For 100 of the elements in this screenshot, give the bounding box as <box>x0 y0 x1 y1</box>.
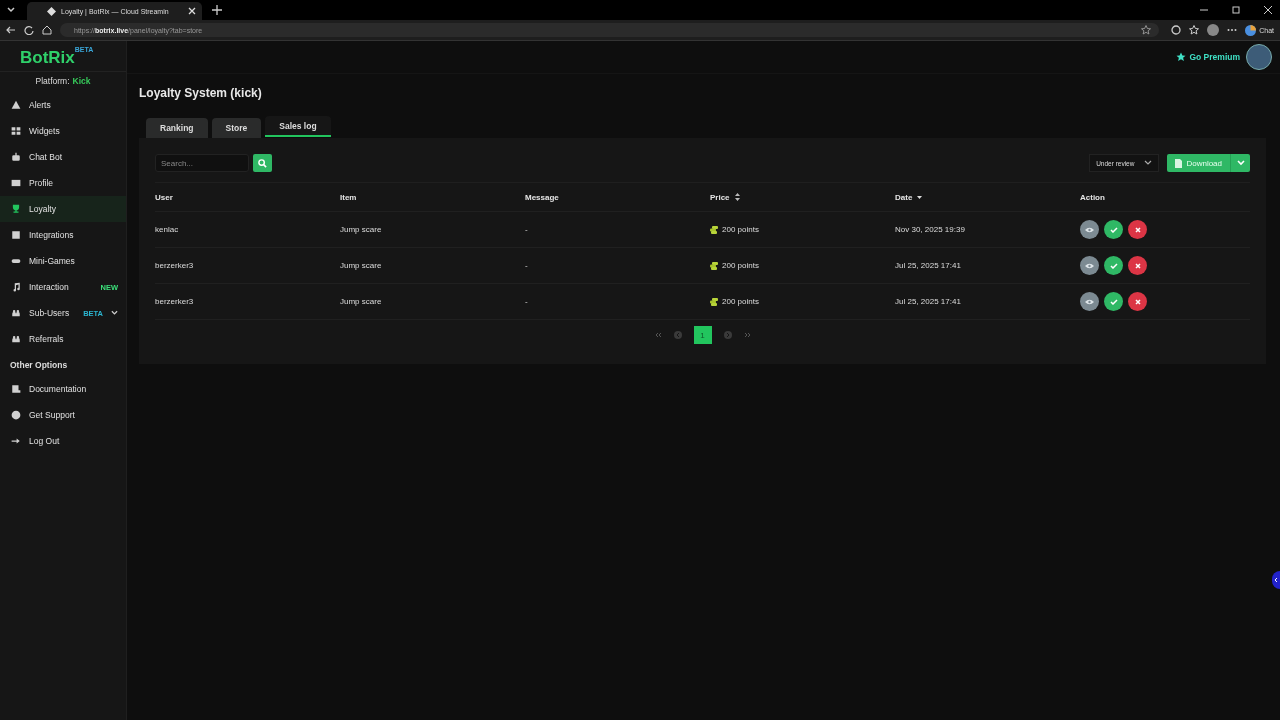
close-icon <box>1134 298 1141 305</box>
nav-icon <box>11 282 21 292</box>
column-header[interactable]: Date <box>895 192 913 202</box>
home-icon[interactable] <box>42 25 52 35</box>
first-page-icon[interactable] <box>653 332 662 338</box>
page-title: Loyalty System (kick) <box>139 86 263 100</box>
eye-icon <box>1085 226 1094 233</box>
chevron-left-icon <box>1274 577 1278 583</box>
minimize-icon[interactable] <box>1200 6 1208 14</box>
approve-button[interactable] <box>1104 292 1123 311</box>
close-icon[interactable] <box>187 7 196 15</box>
platform-label: Platform: <box>35 76 70 86</box>
check-icon <box>1109 298 1118 305</box>
tab[interactable]: Ranking <box>146 118 208 138</box>
sort-descending-icon[interactable] <box>917 195 923 199</box>
column-header: Action <box>1080 192 1105 202</box>
nav-icon <box>11 308 21 318</box>
search-field[interactable]: Search... <box>155 154 249 172</box>
table-cell: berzerker3 <box>155 297 194 306</box>
sidebar-item[interactable]: Alerts <box>0 92 126 118</box>
download-options-button[interactable] <box>1230 154 1250 172</box>
check-icon <box>1109 262 1118 269</box>
nav-icon <box>11 334 21 344</box>
avatar[interactable] <box>1246 44 1272 70</box>
sidebar-item[interactable]: Chat Bot <box>0 144 126 170</box>
restore-icon[interactable] <box>1232 6 1240 14</box>
section-title: Other Options <box>9 359 69 372</box>
tab[interactable]: Store <box>211 118 262 138</box>
nav-icon <box>11 384 21 394</box>
view-button[interactable] <box>1080 292 1099 311</box>
view-button[interactable] <box>1080 256 1099 275</box>
favorites-icon[interactable] <box>1189 25 1200 35</box>
close-icon[interactable] <box>1264 6 1272 14</box>
nav-icon <box>11 100 21 110</box>
table-cell: 200 points <box>722 225 759 234</box>
sidebar-item[interactable]: Mini-Games <box>0 248 126 274</box>
column-header[interactable]: Price <box>710 192 730 202</box>
nav-icon <box>11 436 21 446</box>
sidebar-item[interactable]: Widgets <box>0 118 126 144</box>
page-button[interactable]: 1 <box>693 326 712 344</box>
reject-button[interactable] <box>1128 292 1147 311</box>
star-icon[interactable] <box>1141 25 1152 35</box>
search-icon <box>258 158 267 168</box>
nav-icon <box>11 178 21 188</box>
check-icon <box>1109 226 1118 233</box>
table-cell: berzerker3 <box>155 261 194 270</box>
tab[interactable]: Sales log <box>265 116 331 137</box>
go-premium-link[interactable]: Go Premium <box>1176 52 1240 62</box>
table-cell: Jump scare <box>340 225 382 234</box>
last-page-icon[interactable] <box>743 332 752 338</box>
close-icon <box>1134 262 1141 269</box>
more-icon[interactable] <box>1227 28 1238 32</box>
file-icon <box>1175 158 1183 168</box>
reload-icon[interactable] <box>24 25 34 35</box>
sidebar-item[interactable]: Loyalty <box>0 196 126 222</box>
chevron-down-icon <box>1144 160 1153 166</box>
sidebar-item[interactable]: Documentation <box>0 376 126 402</box>
side-panel-handle[interactable] <box>1272 571 1280 589</box>
table-cell: Jump scare <box>340 297 382 306</box>
sidebar-item[interactable]: Referrals <box>0 326 126 352</box>
reject-button[interactable] <box>1128 256 1147 275</box>
sidebar-item[interactable]: Log Out <box>0 428 126 454</box>
coins-icon <box>710 261 718 270</box>
nav-icon <box>11 230 21 240</box>
platform-value: Kick <box>72 76 91 86</box>
table-cell: kenlac <box>155 225 179 234</box>
profile-icon[interactable] <box>1207 24 1220 36</box>
chevron-down-icon[interactable] <box>111 310 118 316</box>
column-header: Message <box>525 192 559 202</box>
coins-icon <box>710 225 718 234</box>
table-cell: Jul 25, 2025 17:41 <box>895 297 961 306</box>
approve-button[interactable] <box>1104 256 1123 275</box>
table-cell: Nov 30, 2025 19:39 <box>895 225 965 234</box>
table-cell: - <box>525 297 528 306</box>
table-cell: Jul 25, 2025 17:41 <box>895 261 961 270</box>
sidebar-item[interactable]: Get Support <box>0 402 126 428</box>
approve-button[interactable] <box>1104 220 1123 239</box>
sidebar-item[interactable]: Profile <box>0 170 126 196</box>
eye-icon <box>1085 298 1094 305</box>
nav-icon <box>11 256 21 266</box>
eye-icon <box>1085 262 1094 269</box>
view-button[interactable] <box>1080 220 1099 239</box>
table-cell: Jump scare <box>340 261 382 270</box>
table-cell: - <box>525 225 528 234</box>
sort-icon[interactable] <box>734 193 740 201</box>
reject-button[interactable] <box>1128 220 1147 239</box>
nav-icon <box>11 204 21 214</box>
column-header: Item <box>340 192 357 202</box>
nav-icon <box>11 410 21 420</box>
botrix-logo[interactable]: BotRix <box>20 45 75 71</box>
chevron-down-icon <box>1236 160 1245 166</box>
sidebar-item[interactable]: Integrations <box>0 222 126 248</box>
new-tab-icon[interactable] <box>211 5 222 15</box>
nav-icon <box>11 152 21 162</box>
search-button[interactable] <box>253 154 272 172</box>
close-icon <box>1134 226 1141 233</box>
table-cell: 200 points <box>722 297 759 306</box>
nav-icon <box>11 126 21 136</box>
back-icon[interactable] <box>6 25 16 35</box>
site-favicon-icon <box>47 6 56 16</box>
